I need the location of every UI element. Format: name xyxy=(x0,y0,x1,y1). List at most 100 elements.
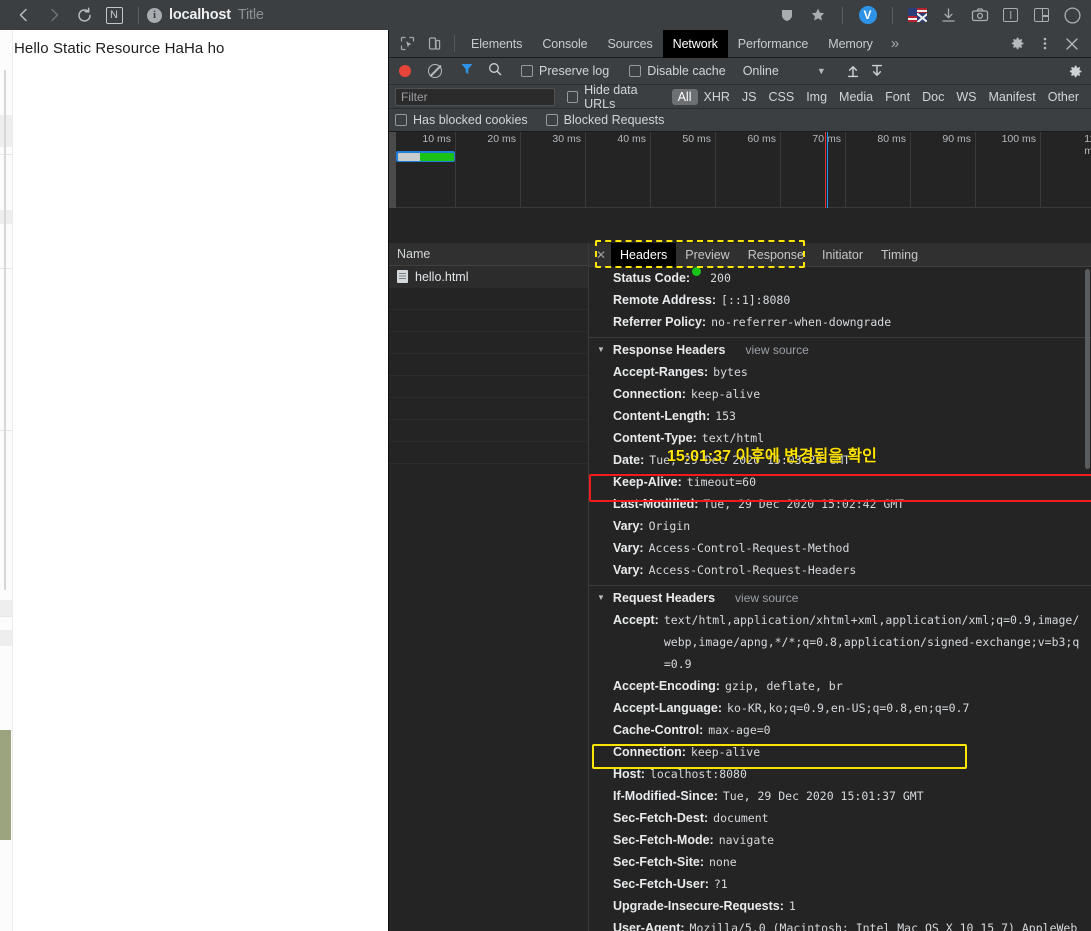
detail-tab-initiator[interactable]: Initiator xyxy=(813,243,872,267)
filter-input[interactable]: Filter xyxy=(395,87,556,106)
devtools-panel: Elements Console Sources Network Perform… xyxy=(388,29,1091,931)
header-row-sec-fetch-site[interactable]: Sec-Fetch-Site: none xyxy=(589,851,1091,873)
preserve-log-checkbox[interactable]: Preserve log xyxy=(521,64,609,78)
header-row-cache-control[interactable]: Cache-Control: max-age=0 xyxy=(589,719,1091,741)
type-filter-img[interactable]: Img xyxy=(800,89,833,105)
address-bar[interactable]: i localhost Title xyxy=(147,7,772,23)
header-row-referrer-policy[interactable]: Referrer Policy: no-referrer-when-downgr… xyxy=(589,311,1091,333)
header-row-if-modified-since[interactable]: If-Modified-Since: Tue, 29 Dec 2020 15:0… xyxy=(589,785,1091,807)
overview-tick-30ms: 30 ms xyxy=(552,133,581,145)
gear-icon[interactable] xyxy=(1004,31,1031,57)
split-view-icon[interactable] xyxy=(1027,2,1056,28)
header-row-last-modified[interactable]: Last-Modified: Tue, 29 Dec 2020 15:02:42… xyxy=(589,493,1091,515)
header-row-accept-ranges[interactable]: Accept-Ranges: bytes xyxy=(589,361,1091,383)
detail-close-icon[interactable]: ✕ xyxy=(591,243,611,267)
bookmark-star-icon[interactable] xyxy=(803,2,832,28)
tab-network[interactable]: Network xyxy=(662,29,728,58)
reload-button[interactable] xyxy=(70,2,98,28)
header-row-vary-acrm[interactable]: Vary: Access-Control-Request-Method xyxy=(589,537,1091,559)
header-row-accept-language[interactable]: Accept-Language: ko-KR,ko;q=0.9,en-US;q=… xyxy=(589,697,1091,719)
device-toolbar-icon[interactable] xyxy=(421,31,448,57)
header-row-remote-address[interactable]: Remote Address: [::1]:8080 xyxy=(589,289,1091,311)
type-filter-ws[interactable]: WS xyxy=(950,89,982,105)
type-filter-other[interactable]: Other xyxy=(1042,89,1085,105)
info-icon[interactable]: i xyxy=(147,7,162,23)
back-button[interactable] xyxy=(10,2,38,28)
request-list-column-name[interactable]: Name xyxy=(389,243,588,266)
has-blocked-cookies-checkbox[interactable]: Has blocked cookies xyxy=(395,113,528,127)
type-filter-manifest[interactable]: Manifest xyxy=(982,89,1041,105)
header-row-sec-fetch-user[interactable]: Sec-Fetch-User: ?1 xyxy=(589,873,1091,895)
hide-data-urls-checkbox[interactable]: Hide data URLs xyxy=(567,83,664,111)
whale-n-icon: N xyxy=(105,6,123,24)
export-har-icon[interactable] xyxy=(866,60,888,82)
whale-extension-icon[interactable]: V xyxy=(853,2,882,28)
more-vertical-icon[interactable] xyxy=(1031,31,1058,57)
network-overview-timeline[interactable]: 10 ms 20 ms 30 ms 40 ms 50 ms 60 ms 70 m… xyxy=(389,132,1091,208)
type-filter-js[interactable]: JS xyxy=(736,89,763,105)
tab-overflow-button[interactable]: » xyxy=(883,30,907,58)
language-flag-icon[interactable] xyxy=(903,2,932,28)
header-row-content-length[interactable]: Content-Length: 153 xyxy=(589,405,1091,427)
camera-capture-icon[interactable] xyxy=(965,2,994,28)
header-row-sec-fetch-mode[interactable]: Sec-Fetch-Mode: navigate xyxy=(589,829,1091,851)
tab-elements[interactable]: Elements xyxy=(461,30,532,58)
profile-avatar-icon[interactable] xyxy=(1058,2,1087,28)
tab-performance[interactable]: Performance xyxy=(728,30,818,58)
disable-cache-checkbox[interactable]: Disable cache xyxy=(629,64,726,78)
close-icon[interactable] xyxy=(1058,31,1085,57)
tab-sources[interactable]: Sources xyxy=(597,30,662,58)
header-row-accept-encoding[interactable]: Accept-Encoding: gzip, deflate, br xyxy=(589,675,1091,697)
header-row-sec-fetch-dest[interactable]: Sec-Fetch-Dest: document xyxy=(589,807,1091,829)
type-filter-all[interactable]: All xyxy=(671,88,698,105)
type-filter-xhr[interactable]: XHR xyxy=(698,89,736,105)
record-stop-icon[interactable] xyxy=(399,65,411,77)
header-row-content-type[interactable]: Content-Type: text/html xyxy=(589,427,1091,449)
header-row-connection-resp[interactable]: Connection: keep-alive xyxy=(589,383,1091,405)
preserve-log-label: Preserve log xyxy=(539,64,610,78)
type-filter-css[interactable]: CSS xyxy=(763,89,801,105)
header-row-vary-acrh[interactable]: Vary: Access-Control-Request-Headers xyxy=(589,559,1091,581)
blocked-requests-label: Blocked Requests xyxy=(563,113,665,127)
header-row-connection-req[interactable]: Connection: keep-alive xyxy=(589,741,1091,763)
header-row-upgrade-insecure-requests[interactable]: Upgrade-Insecure-Requests: 1 xyxy=(589,895,1091,917)
sidebar-toggle-icon[interactable] xyxy=(996,2,1025,28)
detail-tab-timing[interactable]: Timing xyxy=(872,243,927,267)
headers-scrollbar-thumb[interactable] xyxy=(1085,269,1090,469)
detail-tab-preview[interactable]: Preview xyxy=(676,243,738,267)
type-filter-doc[interactable]: Doc xyxy=(916,89,950,105)
headers-scroll-area[interactable]: Status Code: 200 Remote Address: [::1]:8… xyxy=(589,267,1091,931)
header-row-accept[interactable]: Accept: text/html,application/xhtml+xml,… xyxy=(589,609,1091,675)
download-icon[interactable] xyxy=(934,2,963,28)
network-settings-gear-icon[interactable] xyxy=(1068,64,1085,79)
import-har-icon[interactable] xyxy=(842,60,864,82)
type-filter-media[interactable]: Media xyxy=(833,89,879,105)
clear-icon[interactable] xyxy=(428,64,442,78)
throttle-select[interactable]: Online ▼ xyxy=(743,64,826,78)
detail-tab-headers[interactable]: Headers xyxy=(611,243,677,267)
header-row-date[interactable]: Date: Tue, 29 Dec 2020 15:03:29 GMT xyxy=(589,449,1091,471)
header-key-accept-ranges: Accept-Ranges: xyxy=(613,365,709,379)
rail-scroll-track[interactable] xyxy=(4,70,6,590)
whale-home-button[interactable]: N xyxy=(100,2,128,28)
header-row-user-agent[interactable]: User-Agent: Mozilla/5.0 (Macintosh; Inte… xyxy=(589,917,1091,931)
search-icon[interactable] xyxy=(488,62,502,81)
detail-tab-response[interactable]: Response xyxy=(739,243,813,267)
forward-button[interactable] xyxy=(40,2,68,28)
header-row-keep-alive[interactable]: Keep-Alive: timeout=60 xyxy=(589,471,1091,493)
header-row-host[interactable]: Host: localhost:8080 xyxy=(589,763,1091,785)
tab-memory[interactable]: Memory xyxy=(818,30,883,58)
shield-icon[interactable] xyxy=(772,2,801,28)
filter-funnel-icon[interactable] xyxy=(460,62,474,81)
header-row-status-code[interactable]: Status Code: 200 xyxy=(589,267,1091,289)
request-view-source-link[interactable]: view source xyxy=(735,591,798,605)
response-view-source-link[interactable]: view source xyxy=(745,343,808,357)
section-request-headers[interactable]: ▼ Request Headers view source xyxy=(589,585,1091,609)
blocked-requests-checkbox[interactable]: Blocked Requests xyxy=(545,113,665,127)
inspect-element-icon[interactable] xyxy=(394,31,421,57)
request-row-hello-html[interactable]: hello.html xyxy=(389,266,588,288)
tab-console[interactable]: Console xyxy=(532,30,597,58)
type-filter-font[interactable]: Font xyxy=(879,89,916,105)
section-response-headers[interactable]: ▼ Response Headers view source xyxy=(589,337,1091,361)
header-row-vary-origin[interactable]: Vary: Origin xyxy=(589,515,1091,537)
